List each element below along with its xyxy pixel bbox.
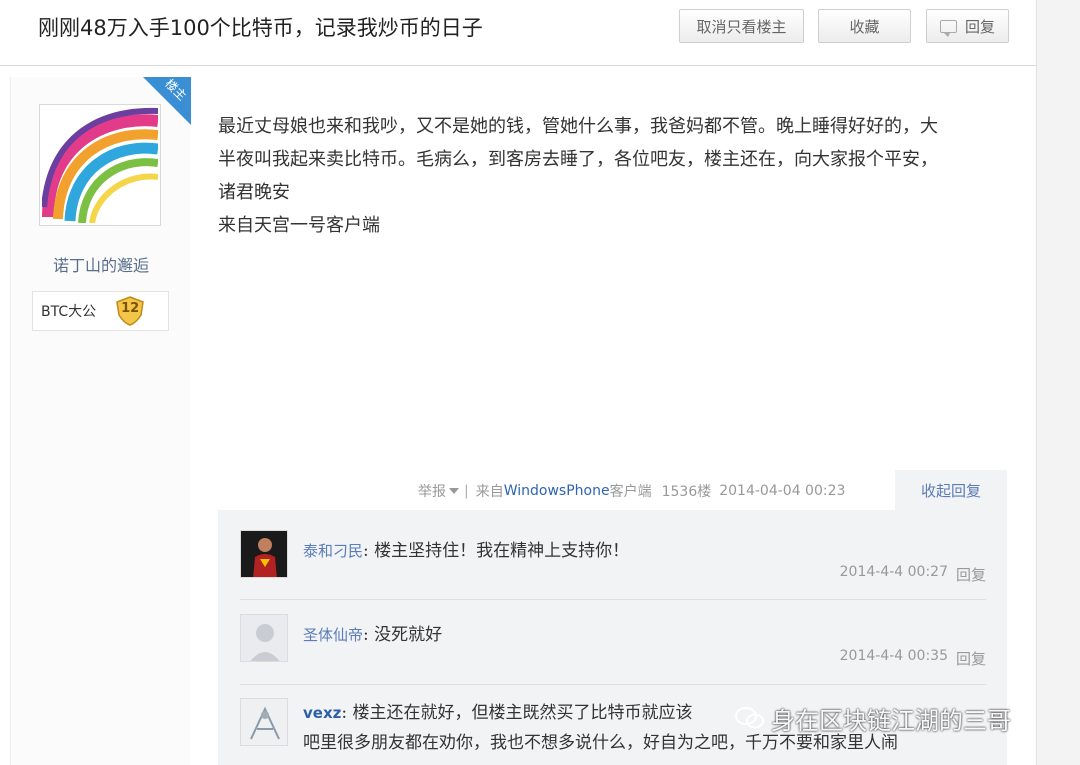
post-line: 半夜叫我起来卖比特币。毛病么，到客房去睡了，各位吧友，楼主还在，向大家报个平安，	[218, 149, 938, 170]
comment-footer: 2014-4-4 00:35 回复	[840, 648, 986, 669]
comment-time: 2014-4-4 00:27	[839, 564, 948, 580]
caret-down-icon	[449, 488, 459, 494]
comment-username[interactable]: 泰和刁民	[303, 542, 363, 560]
avatar[interactable]	[240, 614, 288, 662]
comment-body: 楼主坚持住！我在精神上支持你！	[374, 541, 630, 561]
comment-reply-link[interactable]: 回复	[956, 648, 986, 669]
speech-bubble-icon	[939, 19, 957, 37]
rainbow-swirl-avatar-image	[41, 107, 159, 224]
list-item: 圣体仙帝: 没死就好 2014-4-4 00:35 回复	[240, 614, 986, 684]
author-sidebar: 楼主 诺丁山的邂逅 BTC大公 12	[10, 77, 191, 765]
avatar[interactable]	[240, 698, 288, 746]
comment-text: 泰和刁民: 楼主坚持住！我在精神上支持你！	[303, 541, 630, 561]
thread-header: 刚刚48万入手100个比特币，记录我炒币的日子 取消只看楼主 收藏 回复	[0, 0, 1036, 66]
report-link[interactable]: 举报	[418, 481, 459, 501]
post-client-line: 来自天宫一号客户端	[218, 215, 380, 236]
comment-body: 楼主还在就好，但楼主既然买了比特币就应该	[352, 703, 693, 723]
author-username[interactable]: 诺丁山的邂逅	[11, 252, 191, 276]
scrollbar-gutter[interactable]	[1036, 0, 1080, 765]
post-content: 最近丈母娘也来和我吵，又不是她的钱，管她什么事，我爸妈都不管。晚上睡得好好的，大…	[218, 110, 1008, 242]
comment-username[interactable]: 圣体仙帝	[303, 626, 363, 644]
cancel-only-op-button[interactable]: 取消只看楼主	[679, 9, 804, 43]
reply-button[interactable]: 回复	[926, 9, 1009, 43]
avatar[interactable]	[240, 530, 288, 578]
level-badge-box[interactable]: BTC大公 12	[32, 291, 169, 331]
reply-button-label: 回复	[964, 17, 995, 36]
post-line: 诸君晚安	[218, 182, 290, 203]
divider	[240, 599, 986, 600]
meta-separator: |	[464, 483, 469, 499]
favorite-button[interactable]: 收藏	[818, 9, 911, 43]
post-meta-bar: 举报 | 来自 WindowsPhone 客户端 1536楼 2014-04-0…	[418, 479, 845, 503]
comment-text: 圣体仙帝: 没死就好	[303, 625, 443, 645]
level-name: BTC大公	[41, 304, 97, 320]
thread-title: 刚刚48万入手100个比特币，记录我炒币的日子	[38, 16, 483, 40]
list-item: 泰和刁民: 楼主坚持住！我在精神上支持你！ 2014-4-4 00:27 回复	[240, 530, 986, 600]
level-number: 12	[121, 301, 140, 316]
shield-level-icon: 12	[114, 295, 146, 327]
post-line: 最近丈母娘也来和我吵，又不是她的钱，管她什么事，我爸妈都不管。晚上睡得好好的，大	[218, 116, 938, 137]
comment-footer: 2014-4-4 00:27 回复	[840, 564, 986, 585]
sketch-figure-avatar-image	[241, 699, 287, 745]
watermark: 身在区块链江湖的三哥	[735, 700, 1011, 736]
watermark-text: 身在区块链江湖的三哥	[771, 706, 1011, 735]
comment-body: 没死就好	[374, 625, 443, 645]
wechat-icon	[735, 707, 764, 729]
default-user-icon	[241, 615, 287, 661]
client-suffix: 客户端	[609, 484, 652, 500]
comment-username[interactable]: vexz	[303, 704, 341, 722]
post-time: 2014-04-04 00:23	[719, 483, 846, 499]
floor-number: 1536楼	[661, 484, 712, 500]
client-link[interactable]: WindowsPhone	[504, 483, 610, 499]
divider	[240, 684, 986, 685]
report-label: 举报	[418, 484, 446, 500]
client-prefix: 来自	[475, 484, 504, 500]
author-avatar[interactable]	[39, 104, 161, 226]
collapse-replies-button[interactable]: 收起回复	[895, 470, 1007, 510]
superman-avatar-image	[241, 531, 287, 577]
comment-time: 2014-4-4 00:35	[839, 648, 948, 664]
comment-reply-link[interactable]: 回复	[956, 564, 986, 585]
